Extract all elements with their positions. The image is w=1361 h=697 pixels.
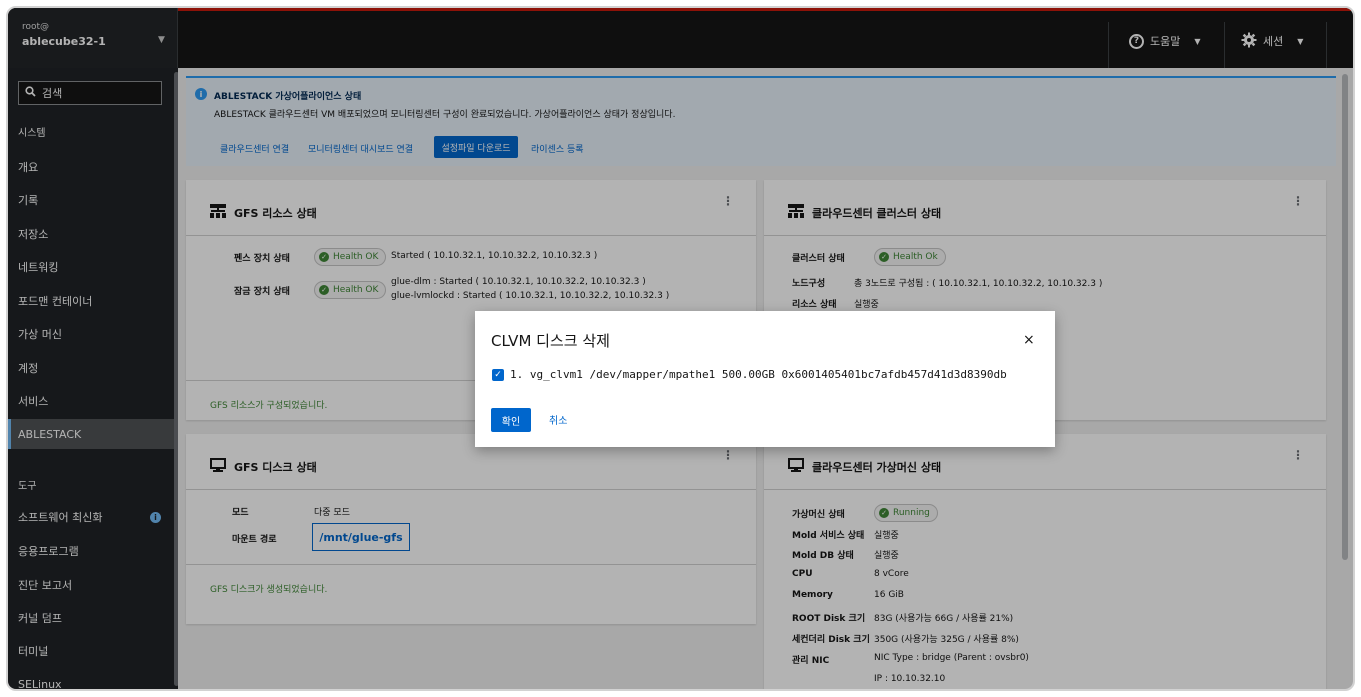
- clvm-delete-modal: CLVM 디스크 삭제 × ✓ 1. vg_clvm1 /dev/mapper/…: [475, 311, 1055, 447]
- confirm-button[interactable]: 확인: [491, 408, 531, 432]
- modal-title: CLVM 디스크 삭제: [491, 332, 610, 350]
- cancel-button[interactable]: 취소: [549, 412, 567, 427]
- disk-checkbox[interactable]: ✓: [492, 369, 504, 381]
- app-window: root@ ablecube32-1 ▼ ? 도움말 ▼ 세션 ▼ 검색 시스템: [6, 6, 1355, 691]
- close-icon[interactable]: ×: [1023, 332, 1035, 348]
- disk-item-label: 1. vg_clvm1 /dev/mapper/mpathe1 500.00GB…: [510, 368, 1007, 381]
